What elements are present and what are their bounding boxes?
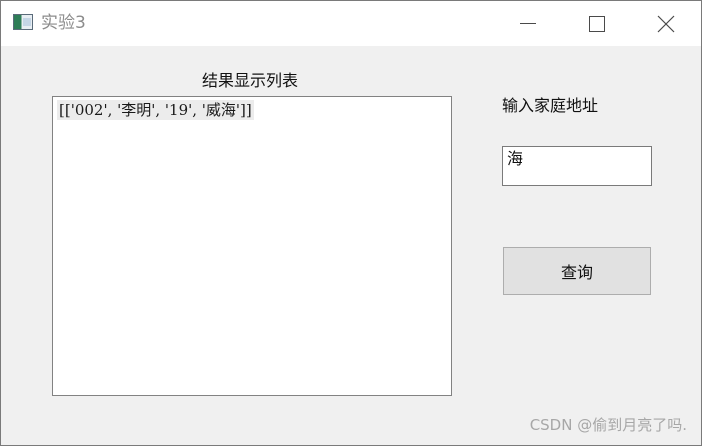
minimize-icon (520, 23, 536, 24)
maximize-button[interactable] (561, 1, 631, 46)
app-window-icon (13, 14, 33, 30)
maximize-icon (589, 16, 605, 32)
address-label: 输入家庭地址 (502, 96, 599, 115)
address-input-value: 海 (507, 149, 524, 168)
results-listbox[interactable]: [['002', '李明', '19', '威海']] (52, 96, 452, 396)
window-title: 实验3 (41, 13, 86, 33)
app-window: 实验3 结果显示列表 [['002', '李明', '19', '威海']] 输… (0, 0, 702, 446)
list-item[interactable]: [['002', '李明', '19', '威海']] (57, 100, 254, 120)
title-bar[interactable]: 实验3 (1, 1, 701, 46)
close-icon (657, 15, 675, 33)
query-button[interactable]: 查询 (503, 247, 651, 295)
address-input[interactable]: 海 (502, 146, 652, 186)
results-list-label: 结果显示列表 (202, 71, 299, 90)
watermark-text: CSDN @偷到月亮了吗. (529, 416, 687, 434)
minimize-button[interactable] (491, 1, 561, 46)
close-button[interactable] (631, 1, 701, 46)
address-input-box[interactable] (502, 146, 652, 186)
